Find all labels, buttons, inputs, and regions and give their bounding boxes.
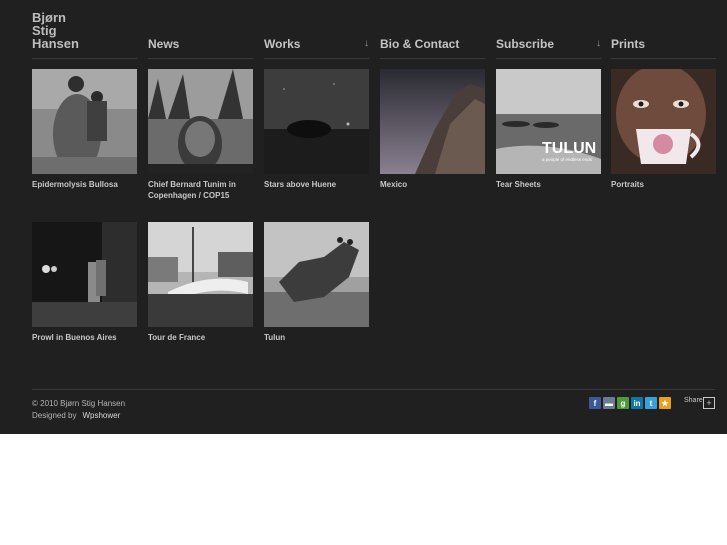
thumb-image[interactable] [32,222,137,327]
nav-news[interactable]: News [148,37,253,59]
thumb-image[interactable] [264,222,369,327]
nav-subscribe-label: Subscribe [496,37,555,51]
gallery-item-mexico[interactable]: Mexico [380,69,485,190]
gallery-item-tour-de-france[interactable]: Tour de France [148,222,253,343]
gallery-item-tulun[interactable]: Tulun [264,222,369,343]
thumb-image[interactable] [32,69,137,174]
thumb-image[interactable] [264,69,369,174]
footer-divider [32,389,715,390]
linkedin-icon[interactable]: in [631,397,643,409]
print-icon[interactable]: ▬ [603,397,615,409]
site-logo[interactable]: Bjørn Stig Hansen [32,11,79,50]
thumb-image[interactable] [380,69,485,174]
facebook-icon[interactable]: f [589,397,601,409]
nav-bio-contact-label: Bio & Contact [380,37,460,51]
gallery-item-chief-bernard[interactable]: Chief Bernard Tunim in Copenhagen / COP1… [148,69,253,201]
nav-works[interactable]: Works ↓ [264,37,369,59]
favorite-icon[interactable]: ★ [659,397,671,409]
thumb-image[interactable] [148,222,253,327]
nav-bio-contact[interactable]: Bio & Contact [380,37,485,59]
gallery-item-tear-sheets[interactable]: TULUN a people of endless ends Tear Shee… [496,69,601,190]
share-icons: f ▬ g in t ★ [589,397,671,409]
thumb-caption[interactable]: Portraits [611,179,716,190]
copyright-text: © 2010 Bjørn Stig Hansen [32,399,126,408]
thumb-image[interactable]: TULUN a people of endless ends [496,69,601,174]
designed-by-text: Designed by [32,411,77,420]
tulun-subtitle: a people of endless ends [542,157,593,162]
thumb-caption[interactable]: Tear Sheets [496,179,601,190]
logo-underline [32,58,137,59]
gallery-item-portraits[interactable]: Portraits [611,69,716,190]
nav-works-label: Works [264,37,301,51]
thumb-caption[interactable]: Chief Bernard Tunim in Copenhagen / COP1… [148,179,253,201]
thumb-caption[interactable]: Mexico [380,179,485,190]
nav-prints[interactable]: Prints [611,37,716,59]
tulun-title: TULUN [542,140,596,157]
thumb-image[interactable] [611,69,716,174]
google-icon[interactable]: g [617,397,629,409]
designer-link[interactable]: Wpshower [82,411,120,420]
share-plus-icon[interactable]: + [703,397,715,409]
nav-news-label: News [148,37,180,51]
nav-subscribe[interactable]: Subscribe ↓ [496,37,601,59]
gallery-item-stars-above-huene[interactable]: Stars above Huene [264,69,369,190]
thumb-image[interactable] [148,69,253,174]
thumb-caption[interactable]: Tour de France [148,332,253,343]
site-container: Bjørn Stig Hansen News Works ↓ Bio & Con… [0,0,727,434]
thumb-caption[interactable]: Prowl in Buenos Aires [32,332,137,343]
footer-credits: © 2010 Bjørn Stig Hansen Designed by Wpsh… [32,398,125,422]
gallery-item-epidermolysis[interactable]: Epidermolysis Bullosa [32,69,137,190]
share-label[interactable]: Share [684,397,703,404]
gallery-item-prowl-buenos-aires[interactable]: Prowl in Buenos Aires [32,222,137,343]
arrow-down-icon[interactable]: ↓ [596,38,601,49]
thumb-caption[interactable]: Stars above Huene [264,179,369,190]
arrow-down-icon[interactable]: ↓ [364,38,369,49]
nav-prints-label: Prints [611,37,646,51]
thumb-caption[interactable]: Epidermolysis Bullosa [32,179,137,190]
logo-line-3: Hansen [32,36,79,51]
thumb-caption[interactable]: Tulun [264,332,369,343]
twitter-icon[interactable]: t [645,397,657,409]
